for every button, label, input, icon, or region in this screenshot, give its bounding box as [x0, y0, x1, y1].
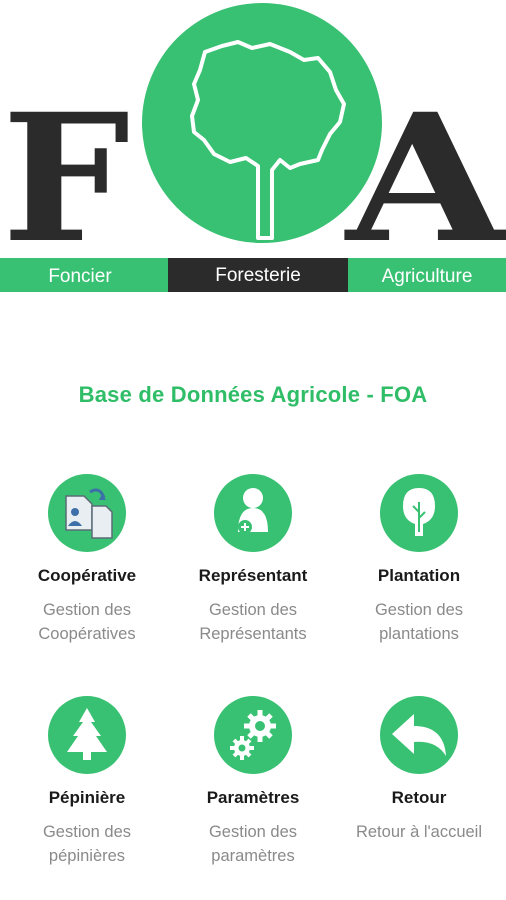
parametres-description: Gestion des paramètres — [208, 823, 298, 865]
pepiniere-title: Pépinière — [48, 788, 126, 807]
gears-icon — [214, 696, 292, 774]
representant-description: Gestion des Représentants — [199, 601, 307, 643]
app-title: Base de Données Agricole - FOA — [78, 382, 428, 407]
documents-user-icon — [48, 474, 126, 552]
representant-title: Représentant — [198, 566, 308, 585]
plantation-title: Plantation — [377, 566, 461, 585]
cooperative-description: Gestion des Coopératives — [38, 601, 136, 643]
bar-agriculture-label: Agriculture — [382, 266, 473, 287]
cooperative-title: Coopérative — [37, 566, 137, 585]
tree-icon — [380, 474, 458, 552]
person-add-icon — [214, 474, 292, 552]
logo-letter-f: F — [2, 75, 130, 282]
menu-item-cooperative[interactable]: Coopérative Gestion des Coopératives — [3, 474, 171, 646]
retour-description: Retour à l'accueil — [355, 823, 483, 841]
menu-item-retour[interactable]: Retour Retour à l'accueil — [335, 696, 503, 844]
back-arrow-icon — [380, 696, 458, 774]
pepiniere-description: Gestion des pépinières — [42, 823, 132, 865]
retour-title: Retour — [391, 788, 447, 807]
menu-item-plantation[interactable]: Plantation Gestion des plantations — [335, 474, 503, 646]
foa-logo: F A Foncier Foresterie Agriculture — [0, 3, 506, 292]
bar-foresterie-label: Foresterie — [215, 265, 301, 286]
menu-item-representant[interactable]: Représentant Gestion des Représentants — [169, 474, 337, 646]
logo-letter-a: A — [344, 75, 506, 282]
menu-item-parametres[interactable]: Paramètres Gestion des paramètres — [169, 696, 337, 868]
pine-tree-icon — [48, 696, 126, 774]
menu-item-pepiniere[interactable]: Pépinière Gestion des pépinières — [3, 696, 171, 868]
bar-foncier-label: Foncier — [48, 266, 112, 287]
plantation-description: Gestion des plantations — [374, 601, 464, 643]
parametres-title: Paramètres — [206, 788, 300, 807]
